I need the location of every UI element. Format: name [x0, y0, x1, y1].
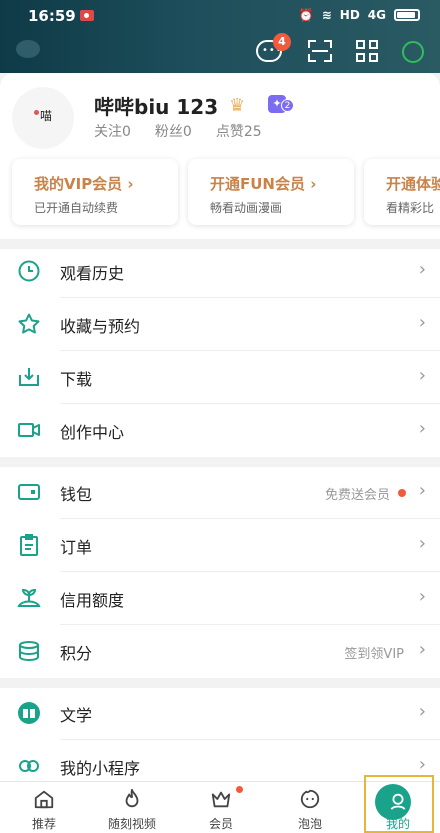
flame-icon — [125, 788, 139, 808]
crown-icon — [211, 791, 231, 808]
chevron-right-icon: › — [418, 586, 426, 607]
fun-card-title: 开通FUN会员 › — [210, 175, 317, 193]
nav-label: 随刻视频 — [107, 817, 156, 831]
signal-label: 4G — [367, 8, 386, 22]
row-label: 信用额度 — [60, 591, 125, 610]
nav-suike-video[interactable]: 随刻视频 — [92, 782, 172, 833]
wifi-icon: ≋ — [321, 8, 332, 22]
chevron-right-icon: › — [418, 754, 426, 775]
row-watch-history[interactable]: 观看历史 › — [0, 245, 440, 298]
app-logo-icon — [16, 40, 40, 58]
sprout-icon — [17, 588, 41, 607]
scan-button[interactable] — [306, 38, 334, 64]
battery-icon — [394, 9, 420, 21]
profile-section[interactable]: 喵 哔哔biu 123 ♛ ✦ 2 关注0 粉丝0 点赞25 — [0, 73, 440, 153]
vip-card-subtitle: 已开通自动续费 — [34, 201, 119, 215]
vip-notification-dot — [236, 786, 243, 793]
level-badge: ✦ 2 — [268, 95, 294, 113]
nav-label: 会员 — [208, 817, 233, 831]
star-icon — [18, 313, 40, 334]
vip-card-title: 我的VIP会员 › — [34, 175, 134, 193]
points-promo: 签到领VIP — [344, 647, 404, 662]
profile-stats: 关注0 粉丝0 点赞25 — [94, 121, 262, 141]
nav-vip[interactable]: 会员 — [181, 782, 261, 833]
bubble-face-icon — [300, 789, 320, 809]
row-literature[interactable]: 文学 › — [0, 687, 440, 740]
avatar-text: 喵 — [40, 109, 53, 123]
top-bar: ••• 4 — [0, 32, 440, 72]
chevron-right-icon: › — [418, 480, 426, 501]
fans-count[interactable]: 粉丝0 — [155, 121, 192, 141]
chevron-right-icon: › — [418, 418, 426, 439]
link-icon — [19, 760, 39, 772]
likes-count[interactable]: 点赞25 — [216, 121, 262, 141]
alarm-icon: ⏰ — [298, 8, 314, 22]
coins-icon — [19, 641, 39, 662]
sports-card[interactable]: 开通体验 看精彩比 — [364, 159, 440, 225]
nav-label: 泡泡 — [297, 817, 322, 831]
fun-card-subtitle: 畅看动画漫画 — [210, 201, 283, 215]
chevron-right-icon: › — [418, 533, 426, 554]
row-label: 收藏与预约 — [60, 317, 141, 336]
vip-card[interactable]: 我的VIP会员 › 已开通自动续费 — [12, 159, 178, 225]
book-icon — [18, 702, 40, 724]
home-icon — [34, 790, 54, 809]
messages-button[interactable]: ••• 4 — [256, 33, 291, 64]
camera-icon — [18, 423, 40, 437]
chevron-right-icon: › — [418, 259, 426, 280]
level-number: 2 — [281, 99, 294, 112]
scan-icon — [312, 50, 328, 52]
follow-count[interactable]: 关注0 — [94, 121, 131, 141]
status-right: ⏰ ≋ HD 4G — [299, 8, 420, 22]
settings-ring-button[interactable] — [402, 41, 424, 63]
row-creator-center[interactable]: 创作中心 › — [0, 404, 440, 457]
nav-label: 推荐 — [31, 817, 56, 831]
chevron-right-icon: › — [418, 312, 426, 333]
main-panel: 喵 哔哔biu 123 ♛ ✦ 2 关注0 粉丝0 点赞25 我的VIP会员 ›… — [0, 73, 440, 783]
row-orders[interactable]: 订单 › — [0, 519, 440, 572]
row-label: 订单 — [60, 538, 93, 557]
nav-recommend[interactable]: 推荐 — [4, 782, 84, 833]
nav-bubble[interactable]: 泡泡 — [270, 782, 350, 833]
row-label: 积分 — [60, 644, 93, 663]
row-wallet[interactable]: 钱包 免费送会员 › — [0, 466, 440, 519]
username[interactable]: 哔哔biu 123 — [94, 91, 218, 120]
row-download[interactable]: 下载 › — [0, 351, 440, 404]
sports-card-subtitle: 看精彩比 — [386, 201, 435, 215]
row-label: 我的小程序 — [60, 759, 141, 778]
avatar[interactable]: 喵 — [12, 87, 74, 149]
row-label: 观看历史 — [60, 264, 125, 283]
status-time: 16:59 — [28, 7, 76, 25]
chevron-right-icon: › — [418, 701, 426, 722]
row-label: 文学 — [60, 706, 93, 725]
sports-card-title: 开通体验 — [386, 175, 440, 193]
qr-code-button[interactable] — [354, 38, 382, 64]
active-tab-highlight — [364, 775, 434, 833]
clock-icon — [18, 260, 40, 282]
membership-cards: 我的VIP会员 › 已开通自动续费 开通FUN会员 › 畅看动画漫画 开通体验 … — [0, 159, 440, 231]
wallet-promo: 免费送会员 — [324, 488, 390, 503]
row-label: 下载 — [60, 370, 93, 389]
row-favorites[interactable]: 收藏与预约 › — [0, 298, 440, 351]
screen-record-icon — [80, 10, 94, 21]
network-label: HD — [339, 8, 360, 22]
row-label: 钱包 — [60, 485, 93, 504]
wallet-icon — [18, 484, 40, 500]
chevron-right-icon: › — [418, 639, 426, 660]
status-bar: 16:59 ⏰ ≋ HD 4G — [0, 0, 440, 32]
row-points[interactable]: 积分 签到领VIP › — [0, 625, 440, 678]
download-icon — [19, 368, 39, 386]
crown-icon: ♛ — [229, 95, 246, 116]
notification-dot — [398, 489, 406, 497]
row-credit[interactable]: 信用额度 › — [0, 572, 440, 625]
qr-icon — [356, 40, 365, 49]
row-label: 创作中心 — [60, 423, 125, 442]
message-badge: 4 — [273, 33, 291, 51]
chevron-right-icon: › — [418, 365, 426, 386]
clipboard-icon — [20, 534, 38, 556]
fun-card[interactable]: 开通FUN会员 › 畅看动画漫画 — [188, 159, 354, 225]
